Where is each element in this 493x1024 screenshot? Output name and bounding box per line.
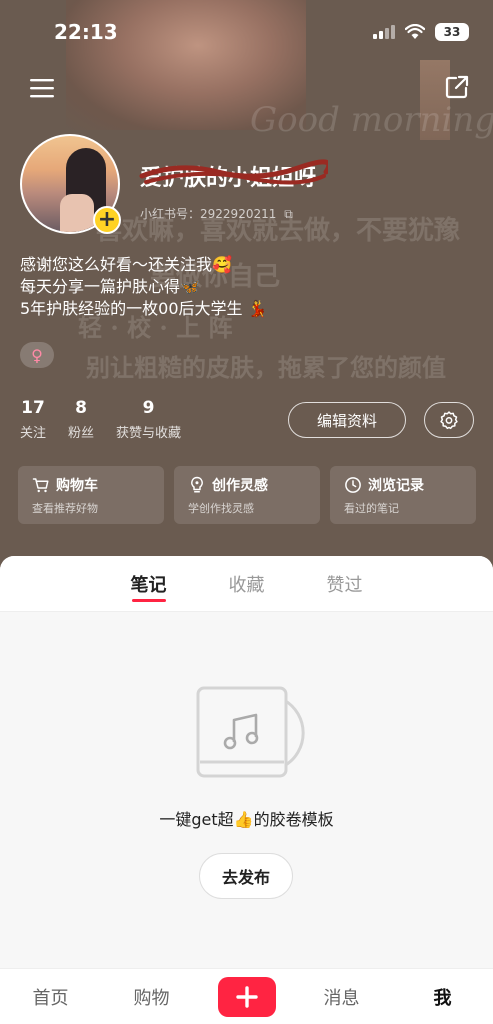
share-icon — [445, 75, 469, 99]
status-icons: 33 — [373, 23, 469, 41]
gear-icon — [440, 411, 458, 430]
profile-stats: 17 关注 8 粉丝 9 获赞与收藏 — [20, 398, 181, 441]
stat-likes-collects[interactable]: 9 获赞与收藏 — [116, 398, 181, 441]
quick-card-inspiration[interactable]: 创作灵感 学创作找灵感 — [174, 466, 320, 524]
tab-notes[interactable]: 笔记 — [131, 556, 167, 612]
bio-line: 每天分享一篇护肤心得🦋 — [20, 277, 200, 296]
cover-script-text: Good morning — [250, 100, 493, 140]
status-time: 22:13 — [54, 20, 118, 44]
wifi-icon — [405, 24, 425, 39]
settings-button[interactable] — [424, 402, 474, 438]
cellular-signal-icon — [373, 25, 395, 39]
nav-home[interactable]: 首页 — [16, 984, 86, 1010]
bottom-navigation: 首页 购物 消息 我 — [0, 968, 493, 1024]
quick-card-title: 浏览记录 — [368, 478, 424, 494]
profile-bio: 感谢您这么好看～还关注我🥰 每天分享一篇护肤心得🦋 5年护肤经验的一枚00后大学… — [20, 254, 268, 320]
stat-following[interactable]: 17 关注 — [20, 398, 46, 441]
quick-card-title: 创作灵感 — [212, 478, 268, 494]
clock-icon — [345, 477, 361, 493]
gender-female-tag: ♀ — [20, 342, 54, 368]
status-bar: 22:13 33 — [0, 0, 493, 64]
quick-entry-cards: 购物车 查看推荐好物 创作灵感 学创作找灵感 浏览记录 看过的笔记 — [18, 466, 476, 524]
quick-card-history[interactable]: 浏览记录 看过的笔记 — [330, 466, 476, 524]
share-button[interactable] — [442, 72, 472, 102]
female-icon: ♀ — [31, 345, 43, 365]
redbook-id: 小红书号：2922920211 ⧉ — [140, 205, 293, 222]
nav-shop[interactable]: 购物 — [117, 984, 187, 1010]
hamburger-menu-icon — [30, 79, 54, 98]
quick-card-cart[interactable]: 购物车 查看推荐好物 — [18, 466, 164, 524]
quick-card-subtitle: 查看推荐好物 — [32, 502, 98, 515]
stat-followers[interactable]: 8 粉丝 — [68, 398, 94, 441]
tab-collections[interactable]: 收藏 — [229, 556, 265, 612]
publish-button[interactable]: 去发布 — [199, 853, 293, 899]
empty-state-text: 一键get超👍的胶卷模板 — [159, 810, 334, 829]
add-avatar-button[interactable]: + — [93, 206, 121, 234]
redbook-id-value: 2922920211 — [200, 207, 277, 221]
film-album-icon — [196, 686, 305, 778]
cover-text-line-4: 别让粗糙的皮肤，拖累了您的颜值 — [86, 353, 446, 382]
plus-icon — [235, 985, 258, 1008]
lightbulb-icon — [191, 476, 203, 493]
nav-me[interactable]: 我 — [408, 984, 478, 1010]
copy-id-icon[interactable]: ⧉ — [284, 207, 293, 221]
nav-messages[interactable]: 消息 — [307, 984, 377, 1010]
quick-card-subtitle: 看过的笔记 — [344, 502, 399, 515]
cart-icon — [32, 478, 49, 493]
profile-tabs: 笔记 收藏 赞过 — [0, 556, 493, 612]
tab-liked[interactable]: 赞过 — [327, 556, 363, 612]
quick-card-subtitle: 学创作找灵感 — [188, 502, 254, 515]
bio-line: 5年护肤经验的一枚00后大学生 💃 — [20, 299, 268, 318]
redbook-id-label: 小红书号： — [140, 207, 201, 221]
bio-line: 感谢您这么好看～还关注我🥰 — [20, 255, 232, 274]
nickname-redaction-scribble — [139, 159, 328, 185]
content-sheet: 笔记 收藏 赞过 一键get超👍的胶卷模板 去发布 — [0, 556, 493, 968]
quick-card-title: 购物车 — [56, 478, 98, 494]
battery-icon: 33 — [435, 23, 469, 41]
menu-button[interactable] — [28, 74, 56, 102]
create-post-button[interactable] — [217, 976, 276, 1017]
edit-profile-button[interactable]: 编辑资料 — [288, 402, 406, 438]
